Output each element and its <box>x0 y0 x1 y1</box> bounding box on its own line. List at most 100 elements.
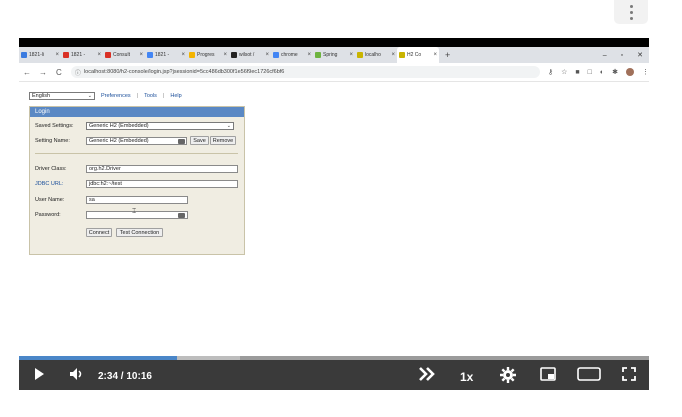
red-square-icon <box>105 52 111 58</box>
tools-link[interactable]: Tools <box>144 93 157 99</box>
miniplayer-icon[interactable] <box>540 367 556 385</box>
browser-tab[interactable]: wilsot / × <box>229 47 271 63</box>
triangle-app-icon <box>21 52 27 58</box>
remove-button[interactable]: Remove <box>210 136 236 145</box>
more-options-button[interactable] <box>614 0 648 24</box>
browser-tab[interactable]: Consult × <box>103 47 145 63</box>
note-icon <box>189 52 195 58</box>
jdbc-url-input[interactable]: jdbc:h2:~/test <box>86 180 238 188</box>
close-tab-icon[interactable]: × <box>223 52 227 58</box>
close-tab-icon[interactable]: × <box>139 52 143 58</box>
video-letterbox <box>19 38 649 47</box>
setting-name-label: Setting Name: <box>35 138 70 144</box>
password-input[interactable] <box>86 211 188 219</box>
close-tab-icon[interactable]: × <box>349 52 353 58</box>
close-tab-icon[interactable]: × <box>391 52 395 58</box>
tab-label: Progres <box>197 52 215 58</box>
login-panel: Login Saved Settings: Generic H2 (Embedd… <box>29 106 245 255</box>
play-icon[interactable] <box>33 367 45 385</box>
key-icon <box>178 213 185 218</box>
browser-tab[interactable]: chrome × <box>271 47 313 63</box>
user-name-input[interactable]: sa <box>86 196 188 204</box>
puzzle-icon[interactable]: ✱ <box>612 68 618 76</box>
setting-name-input[interactable]: Generic H2 (Embedded) <box>86 137 187 145</box>
close-tab-icon[interactable]: × <box>97 52 101 58</box>
saved-settings-label: Saved Settings: <box>35 123 74 129</box>
language-select[interactable]: English ⌄ <box>29 92 95 100</box>
browser-tab[interactable]: Spring × <box>313 47 355 63</box>
minimize-button[interactable]: – <box>603 52 607 59</box>
dot-icon <box>629 10 633 14</box>
reload-icon[interactable]: C <box>51 68 67 77</box>
close-window-button[interactable]: ✕ <box>637 51 643 59</box>
browser-tab[interactable]: 1821 - × <box>61 47 103 63</box>
playback-speed-button[interactable]: 1x <box>460 370 473 384</box>
leaf-icon <box>399 52 405 58</box>
key-icon <box>178 139 185 144</box>
close-tab-icon[interactable]: × <box>181 52 185 58</box>
top-menu: English ⌄ Preferences | Tools | Help <box>29 92 182 100</box>
skip-forward-icon[interactable] <box>418 367 438 385</box>
tab-label: 1821 - <box>155 52 170 58</box>
extension-icon[interactable]: □ <box>588 69 592 76</box>
chevron-down-icon: ⌄ <box>87 93 92 99</box>
extension-icon[interactable]: ◐ <box>600 69 604 76</box>
new-tab-button[interactable]: + <box>445 50 450 60</box>
tab-label: localho <box>365 52 381 58</box>
duration: 10:16 <box>126 371 152 382</box>
saved-settings-select[interactable]: Generic H2 (Embedded) ⌄ <box>86 122 234 130</box>
tab-label: H2 Co <box>407 52 422 58</box>
dot-icon <box>629 16 633 20</box>
user-name-label: User Name: <box>35 197 65 203</box>
save-button[interactable]: Save <box>190 136 209 145</box>
close-tab-icon[interactable]: × <box>433 52 437 58</box>
avatar[interactable] <box>626 68 634 76</box>
info-icon[interactable]: ⓘ <box>75 68 81 77</box>
github-icon <box>231 52 237 58</box>
leaf-icon <box>357 52 363 58</box>
extension-icon[interactable]: ■ <box>575 69 579 76</box>
h2-console-page: English ⌄ Preferences | Tools | Help Log… <box>19 82 649 352</box>
preferences-link[interactable]: Preferences <box>101 93 131 99</box>
time-display: 2:34 / 10:16 <box>98 371 152 382</box>
gear-icon[interactable] <box>500 367 516 387</box>
close-tab-icon[interactable]: × <box>265 52 269 58</box>
address-bar[interactable]: ⓘ localhost:8080/h2-console/login.jsp?js… <box>70 66 540 78</box>
mouse-cursor-icon: ⌶ <box>132 208 137 215</box>
jdbc-url-label[interactable]: JDBC URL: <box>35 181 63 187</box>
volume-icon[interactable] <box>69 367 85 385</box>
url-text: localhost:8080/h2-console/login.jsp?jses… <box>83 69 285 75</box>
chevron-down-icon: ⌄ <box>226 123 231 129</box>
login-title: Login <box>30 107 244 117</box>
close-tab-icon[interactable]: × <box>307 52 311 58</box>
driver-class-input[interactable]: org.h2.Driver <box>86 165 238 173</box>
browser-tab[interactable]: localho × <box>355 47 397 63</box>
browser-tab[interactable]: 1821-li × <box>19 47 61 63</box>
menu-icon[interactable]: ⋮ <box>642 68 649 76</box>
browser-tab[interactable]: H2 Co × <box>397 47 439 63</box>
tab-label: Spring <box>323 52 338 58</box>
browser-tab[interactable]: 1821 - × <box>145 47 187 63</box>
back-icon[interactable]: ← <box>19 68 35 77</box>
star-icon[interactable]: ☆ <box>561 68 567 76</box>
browser-toolbar: ← → C ⓘ localhost:8080/h2-console/login.… <box>19 63 649 82</box>
spring-icon <box>315 52 321 58</box>
browser-tab[interactable]: Progres × <box>187 47 229 63</box>
current-time: 2:34 <box>98 371 119 382</box>
theater-mode-icon[interactable] <box>577 367 601 385</box>
video-player[interactable]: 1821-li × 1821 - × Consult × 1821 - × Progres ×… <box>19 38 649 390</box>
close-tab-icon[interactable]: × <box>55 52 59 58</box>
doc-icon <box>147 52 153 58</box>
help-link[interactable]: Help <box>170 93 181 99</box>
player-controls: 2:34 / 10:16 1x <box>19 360 649 390</box>
dot-icon <box>629 4 633 8</box>
extension-icons: ⚷ ☆ ■ □ ◐ ✱ ⋮ <box>548 68 649 76</box>
forward-icon[interactable]: → <box>35 68 51 77</box>
connect-button[interactable]: Connect <box>86 228 112 237</box>
fullscreen-icon[interactable] <box>622 367 636 385</box>
test-connection-button[interactable]: Test Connection <box>116 228 163 237</box>
maximize-button[interactable]: ▫ <box>621 52 623 59</box>
key-icon[interactable]: ⚷ <box>548 68 553 76</box>
tab-label: wilsot / <box>239 52 255 58</box>
divider <box>35 153 238 154</box>
